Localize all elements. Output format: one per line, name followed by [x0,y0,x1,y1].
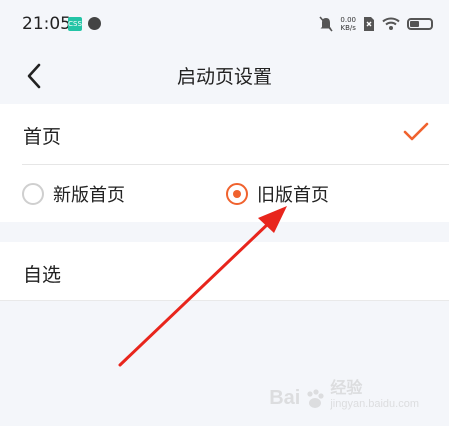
radio-unselected-icon[interactable] [22,182,44,205]
watchlist-row[interactable]: 自选 [0,242,449,300]
new-home-label: 新版首页 [53,184,125,206]
compass-icon [88,17,101,30]
watermark-text: Bai [269,387,301,409]
radio-selected-icon[interactable] [226,182,248,205]
old-home-option[interactable]: 旧版首页 [226,165,329,222]
home-page-row[interactable]: 首页 [0,104,449,164]
baidu-watermark: Bai 经验 jingyan.baidu.com [269,374,419,410]
divider [0,300,449,301]
title-bar: 启动页设置 [0,50,449,102]
app-notification-icon: CSS [68,17,82,31]
network-speed: 0.00 KB/s [340,16,356,32]
screen: 21:05 CSS 0.00 KB/s 启动页设置 首页 新版首页 旧版首页 自… [0,0,449,426]
home-version-options: 新版首页 旧版首页 [0,165,449,222]
watermark-url: jingyan.baidu.com [330,398,419,410]
battery-icon [407,18,433,30]
bell-muted-icon [319,16,334,32]
page-title: 启动页设置 [176,66,272,88]
watermark-text-2: 经验 [330,380,363,397]
sim-card-icon [364,17,374,31]
status-time: 21:05 [22,14,71,34]
wifi-icon [382,17,400,30]
home-page-section: 首页 新版首页 旧版首页 [0,104,449,222]
paw-icon [307,389,324,408]
old-home-label: 旧版首页 [257,184,329,206]
checkmark-icon [403,122,429,141]
status-icons: 0.00 KB/s [319,14,433,34]
net-speed-unit: KB/s [340,24,356,32]
watchlist-label: 自选 [23,264,62,286]
new-home-option[interactable]: 新版首页 [22,165,125,222]
net-speed-value: 0.00 [340,16,356,24]
status-bar: 21:05 CSS 0.00 KB/s [0,0,449,50]
home-page-label: 首页 [23,126,62,148]
